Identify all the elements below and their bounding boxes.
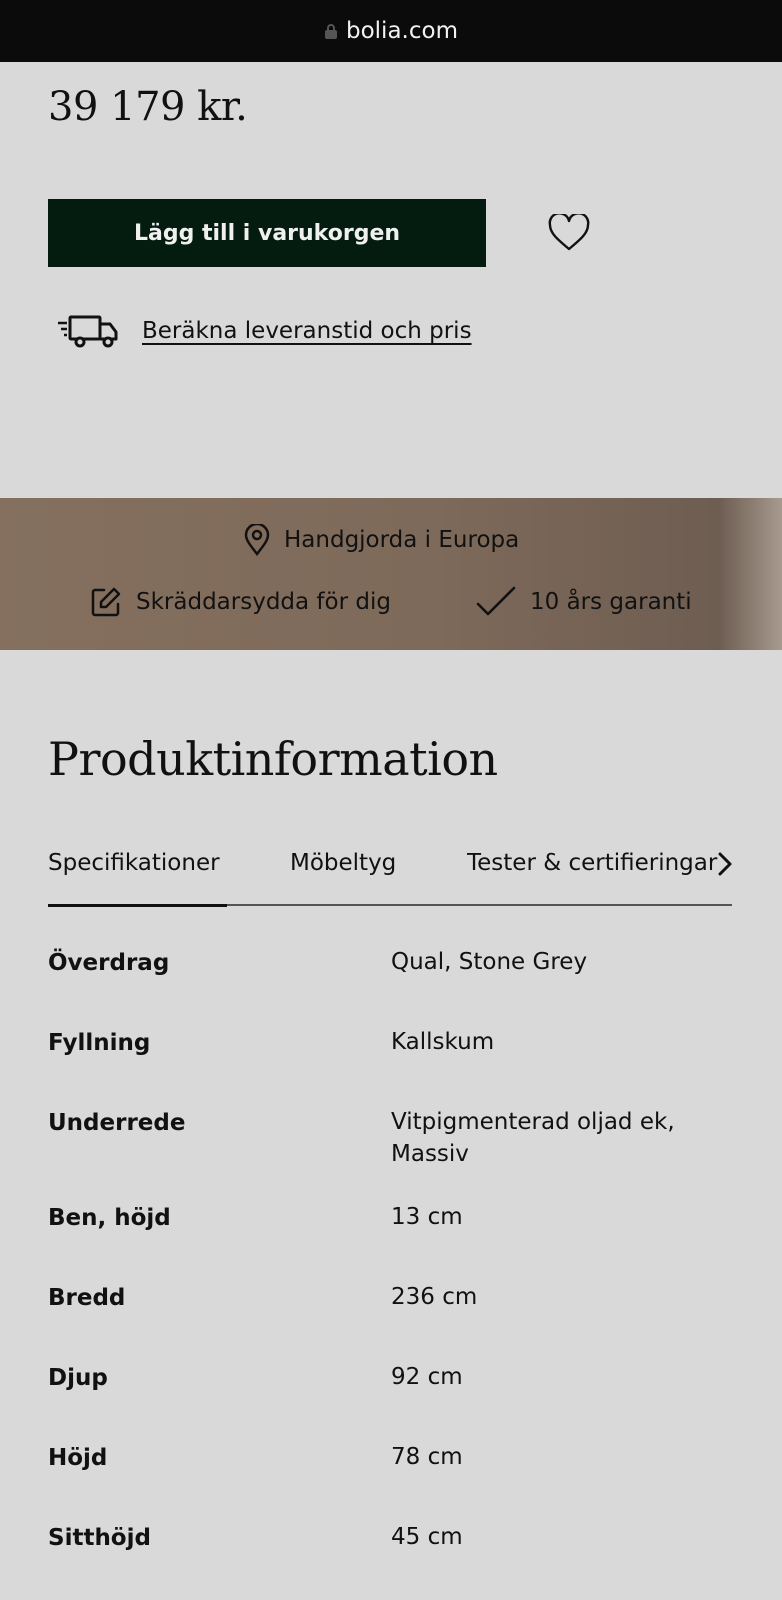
usp-label: Skräddarsydda för dig: [136, 589, 391, 615]
spec-label: Bredd: [48, 1285, 126, 1311]
location-pin-icon: [244, 524, 270, 556]
lock-icon: [324, 23, 338, 39]
usp-label: Handgjorda i Europa: [284, 527, 520, 553]
usp-label: 10 års garanti: [530, 589, 692, 615]
spec-value: Qual, Stone Grey: [391, 949, 588, 975]
product-info-tabs: Specifikationer Möbeltyg Tester & certif…: [48, 842, 732, 907]
spec-label: Överdrag: [48, 950, 170, 976]
spec-value: 45 cm: [391, 1524, 463, 1550]
spec-label: Underrede: [48, 1110, 186, 1136]
heart-icon: [548, 214, 590, 251]
spec-label: Höjd: [48, 1445, 108, 1471]
chevron-right-icon: [718, 852, 732, 876]
usp-tailored: Skräddarsydda för dig: [90, 586, 391, 618]
spec-label: Fyllning: [48, 1030, 151, 1056]
usp-banner: Handgjorda i Europa Skräddarsydda för di…: [0, 498, 782, 650]
spec-label: Djup: [48, 1365, 108, 1391]
add-to-cart-button[interactable]: Lägg till i varukorgen: [48, 199, 486, 267]
tab-tests-certifications[interactable]: Tester & certifieringar: [467, 850, 719, 876]
spec-value: Vitpigmenterad oljad ek, Massiv: [391, 1109, 675, 1167]
spec-value: 13 cm: [391, 1204, 463, 1230]
spec-value: 78 cm: [391, 1444, 463, 1470]
spec-value: 92 cm: [391, 1364, 463, 1390]
delivery-link[interactable]: Beräkna leveranstid och pris: [142, 318, 472, 344]
spec-label: Ben, höjd: [48, 1205, 171, 1231]
browser-url-bar[interactable]: bolia.com: [0, 0, 782, 62]
active-tab-indicator: [48, 904, 227, 907]
product-info-title: Produktinformation: [48, 732, 498, 786]
spec-label: Sitthöjd: [48, 1525, 151, 1551]
product-price: 39 179 kr.: [48, 84, 248, 130]
tab-specifications[interactable]: Specifikationer: [48, 850, 220, 876]
check-icon: [476, 586, 516, 616]
spec-value: 236 cm: [391, 1284, 478, 1310]
truck-icon: [58, 315, 118, 348]
delivery-calculator[interactable]: Beräkna leveranstid och pris: [56, 308, 472, 354]
usp-handmade: Handgjorda i Europa: [244, 524, 519, 556]
spec-value: Kallskum: [391, 1029, 495, 1055]
favorite-button[interactable]: [546, 212, 592, 254]
url-text: bolia.com: [346, 18, 458, 44]
tab-fabric[interactable]: Möbeltyg: [290, 850, 396, 876]
usp-warranty: 10 års garanti: [476, 586, 692, 618]
tabs-next-button[interactable]: [710, 844, 740, 884]
edit-icon: [91, 587, 121, 617]
